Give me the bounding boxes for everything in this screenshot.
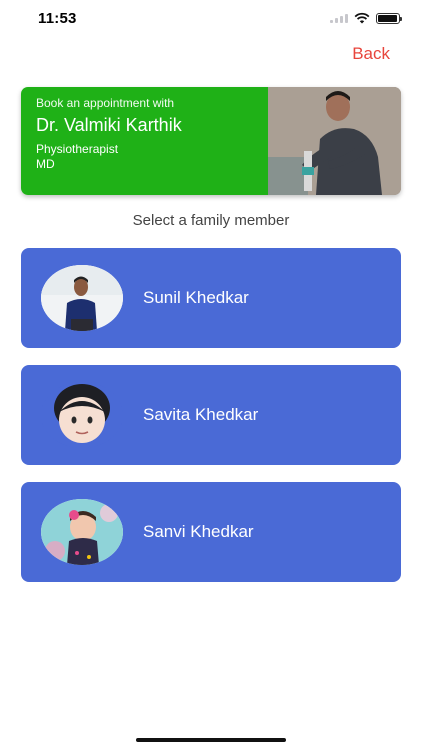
doctor-specialty: Physiotherapist: [36, 142, 119, 156]
back-button[interactable]: Back: [352, 44, 390, 64]
doctor-intro: Book an appointment with: [36, 96, 175, 110]
doctor-info: Book an appointment with Dr. Valmiki Kar…: [21, 87, 268, 195]
doctor-card: Book an appointment with Dr. Valmiki Kar…: [21, 87, 401, 195]
member-card[interactable]: Sunil Khedkar: [21, 248, 401, 348]
doctor-name: Dr. Valmiki Karthik: [36, 115, 182, 135]
status-time: 11:53: [38, 10, 77, 27]
signal-icon: [330, 13, 348, 23]
doctor-photo-image: [268, 87, 401, 195]
member-avatar: [41, 382, 123, 448]
member-name: Sanvi Khedkar: [143, 522, 254, 541]
member-name: Sunil Khedkar: [143, 288, 249, 307]
member-card[interactable]: Sanvi Khedkar: [21, 482, 401, 582]
select-family-label: Select a family member: [132, 212, 290, 229]
status-icons: [330, 12, 402, 24]
wifi-icon: [354, 12, 370, 24]
member-avatar: [41, 265, 123, 331]
doctor-photo: [268, 87, 401, 195]
status-bar: 11:53: [0, 0, 422, 40]
doctor-degree: MD: [36, 157, 55, 171]
member-avatar: [41, 499, 123, 565]
battery-icon: [376, 12, 402, 24]
member-card[interactable]: Savita Khedkar: [21, 365, 401, 465]
home-indicator[interactable]: [136, 738, 286, 742]
member-name: Savita Khedkar: [143, 405, 259, 424]
